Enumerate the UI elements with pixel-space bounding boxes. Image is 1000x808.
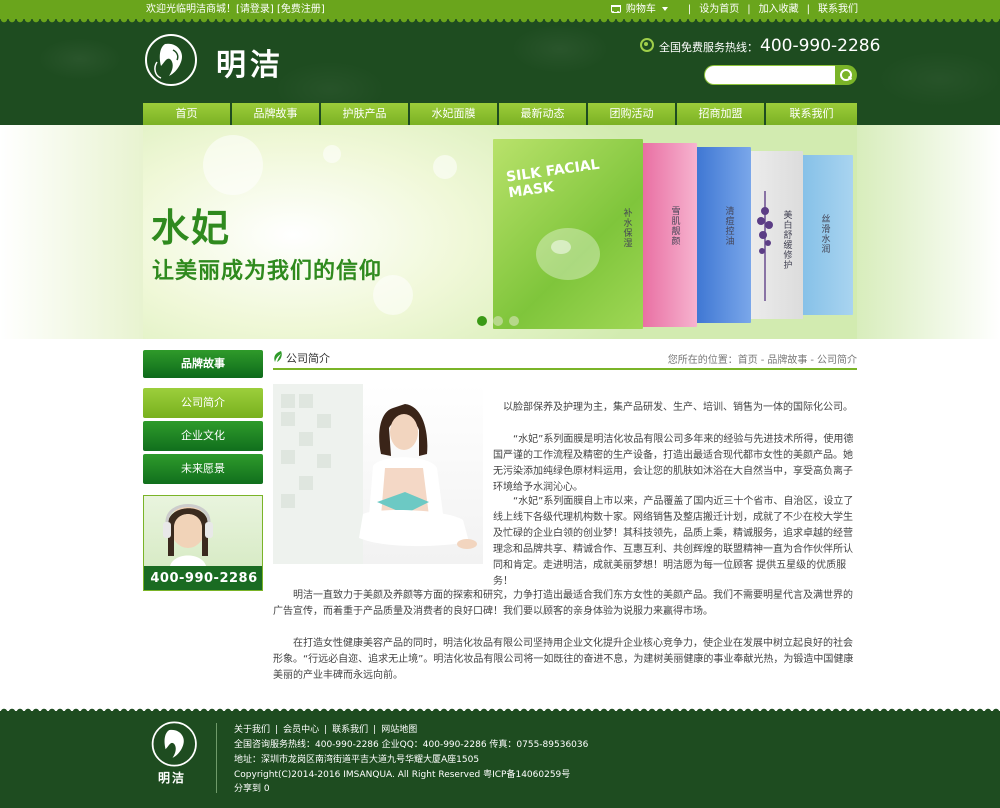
content-header: 公司简介 您所在的位置：首页 - 品牌故事 - 公司简介 [273,348,857,370]
divider: | [324,725,328,735]
slide-dot-3[interactable] [509,316,519,326]
footer-link-sitemap[interactable]: 网站地图 [381,725,417,735]
footer-service-line: 全国咨询服务热线：400-990-2286 企业QQ：400-990-2286 … [234,740,589,750]
divider: | [806,4,810,15]
nav-item-skincare[interactable]: 护肤产品 [321,103,408,125]
box-label: 雪肌靓颜 [671,207,681,247]
slide-indicators [477,315,525,327]
breadcrumb-home[interactable]: 首页 [738,355,758,366]
box-label: 补水保湿 [623,209,633,249]
nav-item-news[interactable]: 最新动态 [499,103,586,125]
footer-copyright: Copyright(C)2014-2016 IMSANQUA. All Righ… [234,770,571,780]
nav-item-home[interactable]: 首页 [143,103,230,125]
logo-text: 明洁 [216,48,284,83]
divider: | [275,725,279,735]
footer-link-contact[interactable]: 联系我们 [332,725,368,735]
search-input[interactable] [704,65,835,85]
login-link[interactable]: [请登录] [236,4,274,15]
chevron-down-icon [661,7,668,11]
register-link[interactable]: [免费注册] [277,4,325,15]
product-box: SILK FACIAL MASK 补水保湿 [493,139,643,329]
box-label: 美白舒缓修护 [783,211,793,271]
content-paragraph: “水妃”系列面膜自上市以来，产品覆盖了国内近三十个省市、自治区，设立了线上线下各… [493,496,854,587]
banner-slogan: 让美丽成为我们的信仰 [152,259,383,284]
main-nav: 首页 品牌故事 护肤产品 水妃面膜 最新动态 团购活动 招商加盟 联系我们 [143,103,857,125]
breadcrumb-current[interactable]: 公司简介 [817,355,857,366]
search-button[interactable] [835,65,857,85]
nav-item-brand-story[interactable]: 品牌故事 [232,103,319,125]
nav-item-mask[interactable]: 水妃面膜 [410,103,497,125]
woman-reading-image [273,384,483,564]
site-header: 明洁 全国免费服务热线： 400-990-2286 首页 品牌故事 护肤产品 水妃… [0,19,1000,125]
footer-link-about[interactable]: 关于我们 [234,725,270,735]
logo-emblem-icon [151,721,197,767]
phone-icon [640,38,654,52]
content-paragraph: “水妃”系列面膜是明洁化妆品有限公司多年来的经验与先进技术所得，使用德国严谨的工… [493,434,854,493]
welcome-text: 欢迎光临明洁商城！[请登录] [免费注册] [146,0,325,19]
divider: | [747,4,751,15]
sidebar-item-culture[interactable]: 企业文化 [143,421,263,451]
product-box: 清痘控油 [693,147,751,323]
contact-link[interactable]: 联系我们 [818,4,858,15]
product-boxes-image: 丝滑水润 美白舒缓修护 清痘控油 雪肌靓颜 SILK FACIAL MASK 补水… [493,139,857,339]
hotline: 全国免费服务热线： 400-990-2286 [640,36,880,56]
box-label: 丝滑水润 [821,215,831,255]
product-box: 美白舒缓修护 [743,151,803,319]
sidebar-item-company-intro[interactable]: 公司简介 [143,388,263,418]
site-logo[interactable]: 明洁 [143,32,288,88]
slide-dot-1[interactable] [477,316,487,326]
breadcrumb-brand-story[interactable]: 品牌故事 [767,355,807,366]
welcome-message: 欢迎光临明洁商城！ [146,4,236,15]
hotline-number: 400-990-2286 [760,36,881,56]
hero-banner[interactable]: 水妃 让美丽成为我们的信仰 丝滑水润 美白舒缓修护 清痘控油 雪肌靓颜 SILK… [143,125,857,339]
divider: | [687,4,692,15]
hotline-label: 全国免费服务热线： [659,41,758,54]
breadcrumb-sep: - [760,355,765,366]
set-home-link[interactable]: 设为首页 [699,4,739,15]
footer-share[interactable]: 分享到 0 [234,782,270,796]
breadcrumb-prefix: 您所在的位置： [667,355,738,366]
footer-address: 地址：深圳市龙岗区南湾街道平吉大道九号华耀大厦A座1505 [234,755,480,765]
cart-link[interactable]: 购物车 [610,4,680,15]
cart-label: 购物车 [625,4,656,15]
footer-logo-text: 明洁 [158,771,187,785]
favorite-link[interactable]: 加入收藏 [759,4,799,15]
content-paragraph: 明洁一直致力于美颜及养颜等方面的探索和研究，力争打造出最适合我们东方女性的美颜产… [273,590,853,617]
logo-emblem-icon [145,34,197,86]
breadcrumb-sep: - [810,355,814,366]
top-links: 购物车 | 设为首页 | 加入收藏 | 联系我们 [610,0,858,19]
banner-title: 水妃 [151,205,232,250]
nav-item-franchise[interactable]: 招商加盟 [677,103,764,125]
woman-headphones-image [163,504,213,566]
breadcrumb: 您所在的位置：首页 - 品牌故事 - 公司简介 [668,351,857,366]
footer-links: 关于我们 | 会员中心 | 联系我们 | 网站地图 [234,723,417,737]
box-label: 清痘控油 [725,207,735,247]
site-footer: 明洁 关于我们 | 会员中心 | 联系我们 | 网站地图 全国咨询服务热线：400-990-… [0,707,1000,808]
nav-item-group-buy[interactable]: 团购活动 [588,103,675,125]
section-title: 公司简介 [286,352,330,365]
intro-paragraph: 以脸部保养及护理为主，集产品研发、生产、培训、销售为一体的国际化公司。 [503,402,853,413]
footer-divider [216,723,217,793]
sidebar-phone: 400-990-2286 [144,566,262,590]
footer-link-member[interactable]: 会员中心 [283,725,319,735]
search-box [704,65,857,85]
content-paragraph: 在打造女性健康美容产品的同时，明洁化妆品有限公司坚持用企业文化提升企业核心竞争力… [273,638,854,681]
slide-dot-2[interactable] [493,316,503,326]
nav-item-contact[interactable]: 联系我们 [766,103,857,125]
sidebar-title: 品牌故事 [143,350,263,378]
top-bar: 欢迎光临明洁商城！[请登录] [免费注册] 购物车 | 设为首页 | 加入收藏 | 联系我们 [0,0,1000,19]
sidebar-contact-card: 400-990-2286 [143,495,263,591]
product-box: 雪肌靓颜 [639,143,697,327]
cart-icon [610,4,621,13]
divider: | [373,725,377,735]
sidebar-item-vision[interactable]: 未来愿景 [143,454,263,484]
leaf-icon [274,351,282,362]
